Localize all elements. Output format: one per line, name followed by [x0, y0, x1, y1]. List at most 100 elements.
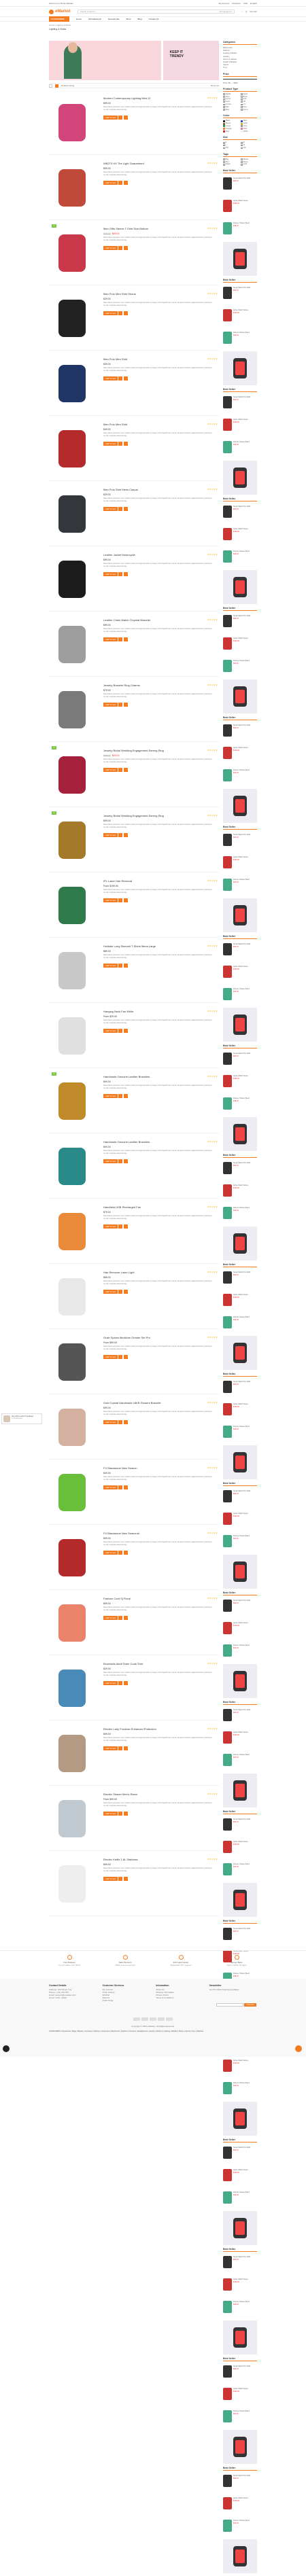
product-row[interactable]: % Handmade Genuine Leather Bracelets $99.0… — [49, 1070, 219, 1133]
wishlist-icon[interactable] — [118, 572, 123, 576]
color-filter[interactable]: White — [241, 130, 257, 133]
sidebar-watch-banner[interactable] — [223, 242, 257, 277]
sidebar-watch-banner[interactable] — [223, 1117, 257, 1152]
product-row[interactable]: Jewelry Bracelet Ring Charms $79.00 Nam li… — [49, 678, 219, 742]
bestseller-item[interactable]: Apple Watch Series $199.00 — [223, 197, 257, 217]
add-to-cart-button[interactable]: Add To Cart — [103, 964, 118, 968]
wishlist-icon[interactable] — [118, 442, 123, 446]
product-name[interactable]: Hanging Neck Fan White — [103, 1010, 216, 1013]
bestseller-item[interactable]: Smart Watch Pro 2023$99.00 — [223, 2363, 257, 2383]
compare-icon[interactable] — [123, 1355, 128, 1359]
product-row[interactable]: Leather Jacket Motorcycle $99.00 Nam liber… — [49, 548, 219, 612]
wishlist-icon[interactable] — [118, 1355, 123, 1359]
product-row[interactable]: Grain Spices Medicine Grinder Set Pro Fro… — [49, 1330, 219, 1394]
compare-icon[interactable] — [123, 376, 128, 381]
add-to-cart-button[interactable]: Add To Cart — [103, 703, 118, 707]
color-filter[interactable]: Red — [223, 130, 239, 133]
product-image[interactable] — [54, 1074, 90, 1128]
product-name[interactable]: Fashion Cord Sj Floral — [103, 1597, 216, 1600]
compare-icon[interactable] — [123, 703, 128, 707]
product-image[interactable] — [54, 1204, 90, 1258]
checkbox[interactable] — [223, 147, 225, 149]
sort-select[interactable]: Default sorting — [61, 84, 74, 87]
compare-icon[interactable] — [123, 898, 128, 902]
checkbox[interactable] — [223, 99, 225, 101]
product-name[interactable]: Men Polo Shirt Mens Casual — [103, 488, 216, 491]
bestseller-item[interactable]: Fitness Tracker Band $49.00 — [223, 1751, 257, 1771]
compare-icon[interactable] — [123, 507, 128, 511]
wishlist-icon[interactable] — [118, 703, 123, 707]
product-name[interactable]: Electric Kettle 1.8L Stainless — [103, 1858, 216, 1861]
wishlist-icon[interactable] — [118, 637, 123, 641]
checkbox[interactable] — [223, 144, 225, 147]
bestseller-item[interactable]: Apple Watch Series $199.00 — [223, 1291, 257, 1311]
sidebar-watch-banner[interactable] — [223, 1445, 257, 1480]
product-image[interactable] — [54, 1530, 90, 1585]
bestseller-item[interactable]: Apple Watch Series $199.00 — [223, 635, 257, 655]
product-name[interactable]: Handheld USB Recharged Fan — [103, 1205, 216, 1209]
product-image[interactable] — [54, 682, 90, 737]
product-row[interactable]: FX Blackstone New Seasonal $99.00 Nam libe… — [49, 1526, 219, 1590]
nav-item-new-arrivals[interactable]: New Arrivals — [108, 18, 120, 20]
product-name[interactable]: Electric Lady Fructose Enhanced Protecti… — [103, 1727, 216, 1731]
product-row[interactable]: % Men Gifts Sleeve T-Shirt Size Bottom $79… — [49, 222, 219, 285]
subscribe-button[interactable]: Subscribe — [244, 2003, 256, 2007]
sidebar-watch-banner[interactable] — [223, 1008, 257, 1042]
bestseller-item[interactable]: Fitness Tracker Band $49.00 — [223, 438, 257, 459]
product-image[interactable] — [54, 617, 90, 671]
bestseller-item[interactable]: Apple Watch Series $199.00 — [223, 1072, 257, 1093]
checkbox[interactable] — [223, 158, 225, 160]
footer-link[interactable]: Track Order — [103, 1999, 150, 2002]
bestseller-item[interactable]: Fitness Tracker Band $49.00 — [223, 2189, 257, 2209]
compare-icon[interactable] — [123, 116, 128, 120]
bestseller-item[interactable]: Smart Watch Pro 2023$99.00 — [223, 393, 257, 414]
bestseller-item[interactable]: Apple Watch Series $199.00 — [223, 744, 257, 764]
bestseller-item[interactable]: Smart Watch Pro 2023$99.00 — [223, 503, 257, 523]
price-slider[interactable] — [223, 78, 257, 80]
sidebar-watch-banner[interactable] — [223, 789, 257, 824]
sales-popup[interactable]: New Pink Leather Handbags 2 minutes ago — [1, 1413, 42, 1424]
bestseller-item[interactable]: Apple Watch Series $199.00 — [223, 2057, 257, 2077]
newsletter-input[interactable] — [216, 2003, 243, 2007]
bestseller-item[interactable]: Fitness Tracker Band $49.00 — [223, 657, 257, 677]
bestseller-item[interactable]: Fitness Tracker Band $49.00 — [223, 219, 257, 240]
compare-icon[interactable] — [123, 768, 128, 772]
product-row[interactable]: Men Polo Shirt Mens Casual $29.00 Nam libe… — [49, 482, 219, 546]
bestseller-item[interactable]: Apple Watch Series $199.00 — [223, 2385, 257, 2405]
add-to-cart-button[interactable]: Add To Cart — [103, 181, 118, 185]
checkbox[interactable] — [223, 142, 225, 144]
add-to-cart-button[interactable]: Add To Cart — [103, 507, 118, 511]
sidebar-watch-banner[interactable] — [223, 2211, 257, 2246]
compare-icon[interactable] — [123, 1551, 128, 1555]
bestseller-item[interactable]: Fitness Tracker Band $49.00 — [223, 2407, 257, 2428]
compare-icon[interactable] — [123, 1159, 128, 1163]
product-row[interactable]: Men Polo Men Shirt $49.00 Nam libero tempo… — [49, 417, 219, 481]
compare-icon[interactable] — [123, 833, 128, 837]
add-to-cart-button[interactable]: Add To Cart — [103, 572, 118, 576]
bestseller-item[interactable]: Fitness Tracker Band $49.00 — [223, 1642, 257, 1662]
bestseller-item[interactable]: Apple Watch Series $199.00 — [223, 963, 257, 983]
product-image[interactable] — [54, 1400, 90, 1454]
add-to-cart-button[interactable]: Add To Cart — [103, 311, 118, 315]
product-image[interactable] — [54, 1465, 90, 1519]
compare-icon[interactable] — [123, 1485, 128, 1489]
compare-icon[interactable] — [123, 1877, 128, 1881]
add-to-cart-button[interactable]: Add To Cart — [103, 833, 118, 837]
color-swatch[interactable] — [223, 130, 225, 133]
wishlist-icon[interactable] — [118, 181, 123, 185]
cart-label[interactable]: My Cart — [250, 10, 258, 13]
wishlist-icon[interactable] — [118, 1551, 123, 1555]
brand-filter[interactable]: Zara — [223, 109, 239, 111]
bestseller-item[interactable]: Apple Watch Series $199.00 — [223, 1510, 257, 1530]
list-view-icon[interactable] — [55, 84, 58, 88]
wishlist-icon[interactable] — [118, 1290, 123, 1294]
compare-icon[interactable] — [123, 442, 128, 446]
bestseller-item[interactable]: Apple Watch Series $199.00 — [223, 1619, 257, 1640]
sidebar-watch-banner[interactable] — [223, 680, 257, 714]
add-to-cart-button[interactable]: Add To Cart — [103, 442, 118, 446]
bestseller-item[interactable]: Fitness Tracker Band $49.00 — [223, 1860, 257, 1881]
product-row[interactable]: Leather Chain Watch Chrystal Bracelet $99… — [49, 613, 219, 677]
product-row[interactable]: Boomkids Adult Team Cook Shirt $29.00 Nam … — [49, 1657, 219, 1721]
product-name[interactable]: Modern Contemporary Lighting Mint 12 — [103, 96, 216, 100]
footer-link[interactable]: Terms & Conditions — [156, 1996, 203, 1999]
